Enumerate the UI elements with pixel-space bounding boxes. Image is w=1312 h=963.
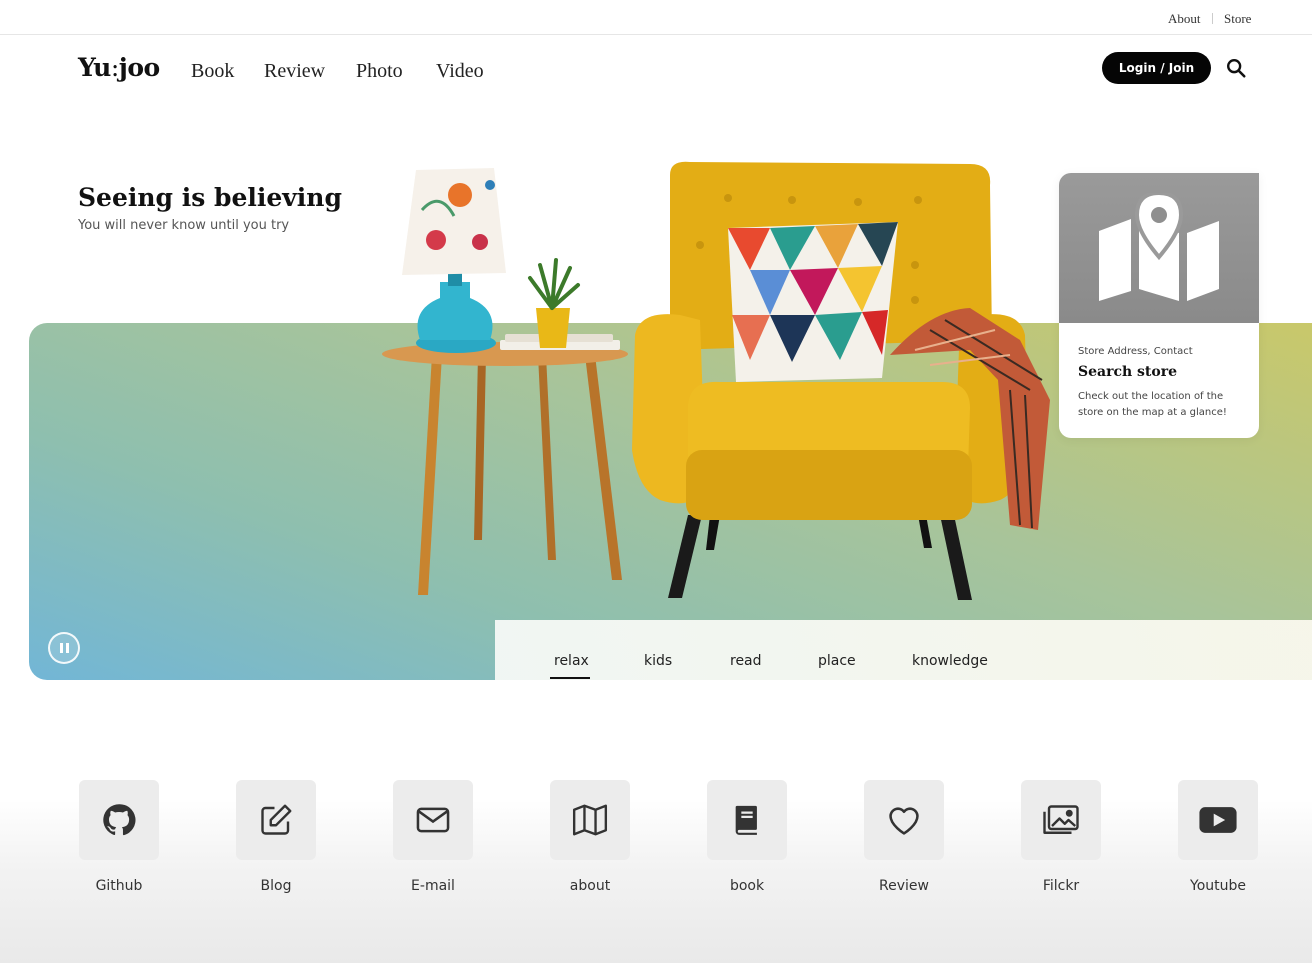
heart-icon (889, 807, 919, 835)
store-card-kicker: Store Address, Contact (1078, 346, 1193, 357)
login-join-button[interactable]: Login / Join (1102, 52, 1211, 84)
store-search-card[interactable]: Store Address, Contact Search store Chec… (1059, 173, 1259, 438)
category-tabs: relax kids read place knowledge (495, 620, 1312, 680)
shortcut-youtube[interactable] (1178, 780, 1258, 860)
shortcut-book[interactable] (707, 780, 787, 860)
edit-icon (261, 804, 292, 835)
tab-place[interactable]: place (818, 620, 856, 680)
shortcut-blog[interactable] (236, 780, 316, 860)
tab-read[interactable]: read (730, 620, 762, 680)
utility-link-about[interactable]: About (1168, 11, 1201, 27)
hero-subtitle: You will never know until you try (78, 218, 290, 233)
slideshow-pause-button[interactable] (48, 632, 80, 664)
utility-bar (0, 0, 1312, 35)
utility-link-store[interactable]: Store (1224, 11, 1251, 27)
shortcut-email[interactable] (393, 780, 473, 860)
image-icon (1043, 805, 1079, 834)
shortcut-flickr[interactable] (1021, 780, 1101, 860)
logo[interactable]: Yu:joo (78, 53, 160, 82)
pause-icon-bar-right (65, 643, 69, 653)
nav-review[interactable]: Review (264, 60, 325, 83)
shortcut-about[interactable] (550, 780, 630, 860)
shortcut-label-blog: Blog (260, 878, 292, 894)
pause-icon-bar-left (59, 643, 63, 653)
book-icon (735, 805, 757, 835)
active-tab-indicator (550, 677, 590, 679)
shortcut-github[interactable] (79, 780, 159, 860)
shortcut-label-github: Github (95, 878, 143, 894)
shortcut-label-email: E-mail (411, 878, 455, 894)
store-card-header (1059, 173, 1259, 323)
hero-title: Seeing is believing (78, 183, 342, 212)
tab-relax[interactable]: relax (554, 620, 589, 680)
tab-kids[interactable]: kids (644, 620, 672, 680)
logo-main: Yu (78, 53, 111, 82)
github-icon (103, 804, 136, 836)
logo-end: joo (118, 53, 160, 82)
utility-divider (1212, 13, 1213, 24)
search-icon (1227, 59, 1246, 78)
youtube-icon (1199, 807, 1237, 833)
tab-knowledge[interactable]: knowledge (912, 620, 988, 680)
store-card-title: Search store (1078, 364, 1178, 380)
armchair-side-table-illustration (382, 161, 1050, 600)
table-legs (418, 348, 622, 595)
map-icon (572, 804, 608, 836)
store-card-description: Check out the location of the store on t… (1078, 391, 1227, 418)
nav-book[interactable]: Book (191, 60, 234, 83)
shortcut-label-about: about (569, 878, 611, 894)
shortcut-label-youtube: Youtube (1190, 878, 1246, 894)
shortcut-label-flickr: Filckr (1042, 878, 1080, 894)
shortcut-label-review: Review (879, 878, 929, 894)
shortcut-review[interactable] (864, 780, 944, 860)
lamp (402, 168, 506, 353)
shortcut-label-book: book (729, 878, 765, 894)
mail-icon (416, 807, 450, 833)
search-button[interactable] (1224, 57, 1248, 81)
nav-photo[interactable]: Photo (356, 60, 403, 83)
logo-colon: : (110, 53, 119, 82)
geometric-pillow (728, 222, 898, 382)
map-pin-icon (1099, 193, 1219, 301)
nav-video[interactable]: Video (436, 60, 484, 83)
